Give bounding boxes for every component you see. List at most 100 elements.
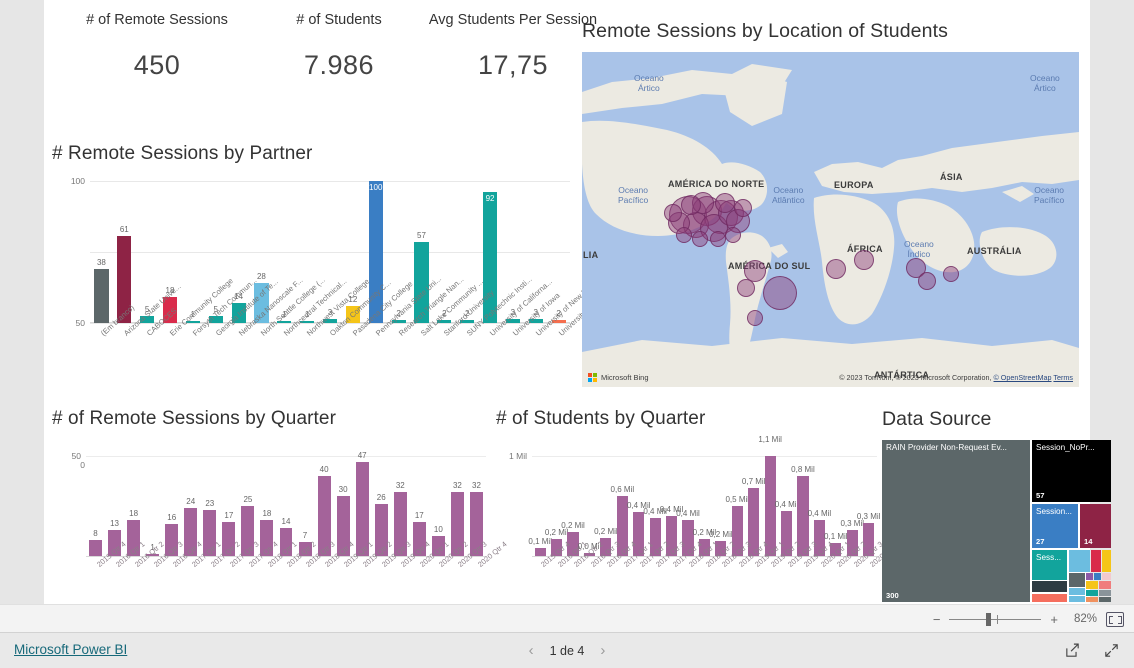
map-bubble[interactable] xyxy=(826,259,846,279)
map-ocean-label: Oceano Índico xyxy=(904,239,934,259)
map-bubble[interactable] xyxy=(710,231,726,247)
treemap-tile[interactable] xyxy=(1069,573,1085,587)
kpi-card-remote-sessions[interactable]: # of Remote Sessions 450 xyxy=(52,12,262,81)
y-axis-tick-label: 50 xyxy=(71,451,81,461)
chart-title: # of Students by Quarter xyxy=(496,408,706,429)
treemap-tile[interactable] xyxy=(1102,573,1111,580)
bar-value-label: 23 xyxy=(205,499,215,508)
map-ocean-label: Oceano Atlântico xyxy=(772,185,805,205)
terms-link[interactable]: Terms xyxy=(1053,373,1073,382)
treemap-tile[interactable] xyxy=(1091,550,1101,572)
map-bubble[interactable] xyxy=(747,310,763,326)
zoom-out-button[interactable]: − xyxy=(933,613,941,626)
treemap-tile[interactable]: 14 xyxy=(1080,504,1111,548)
bing-label: Microsoft Bing xyxy=(601,373,649,382)
bar-value-label: 16 xyxy=(167,513,177,522)
openstreetmap-link[interactable]: © OpenStreetMap xyxy=(994,373,1052,382)
map-ocean-label: Oceano Ártico xyxy=(1030,73,1060,93)
treemap-tile[interactable] xyxy=(1099,581,1111,589)
map-bubble[interactable] xyxy=(681,195,701,215)
bar[interactable] xyxy=(89,540,102,556)
map-bubble[interactable] xyxy=(763,276,797,310)
map-continent-label: AUSTRÁLIA xyxy=(967,246,1022,256)
partner-bar-column[interactable]: 38 xyxy=(90,181,113,323)
map-bubble[interactable] xyxy=(676,227,692,243)
next-page-button[interactable]: › xyxy=(600,643,605,658)
partner-bar-column[interactable]: 61 xyxy=(113,181,136,323)
bar-value-label: 18 xyxy=(262,509,272,518)
map-bubble[interactable] xyxy=(854,250,874,270)
bar-value-label: 18 xyxy=(129,509,139,518)
bar-value-label: 13 xyxy=(110,519,120,528)
map-ocean-label: Oceano Ártico xyxy=(634,73,664,93)
map-remote-sessions-by-location[interactable]: Remote Sessions by Location of Students xyxy=(578,20,1090,390)
zoom-in-button[interactable]: + xyxy=(1050,613,1058,626)
power-bi-report-viewer: # of Remote Sessions 450 # of Students 7… xyxy=(0,0,1134,668)
kpi-value: 450 xyxy=(133,50,181,80)
map-bubble[interactable] xyxy=(692,231,708,247)
map-bubble[interactable] xyxy=(737,279,755,297)
bar-value-label: 1,1 Mil xyxy=(758,435,782,444)
bar-value-label: 26 xyxy=(376,493,386,502)
bar-value-label: 100 xyxy=(369,183,383,192)
treemap-data-source[interactable]: Data Source RAIN Provider Non-Request Ev… xyxy=(882,408,1122,604)
treemap-tile-value: 27 xyxy=(1036,537,1045,546)
treemap-tile-value: 57 xyxy=(1036,491,1045,500)
map-bubble[interactable] xyxy=(943,266,959,282)
treemap-tile[interactable] xyxy=(1099,590,1111,596)
treemap-tile[interactable] xyxy=(1086,573,1093,580)
bar-value-label: 40 xyxy=(319,465,329,474)
bar-value-label: 47 xyxy=(357,451,367,460)
quarter-bar-column[interactable]: 0,1 Mil xyxy=(528,456,552,556)
treemap-tile[interactable] xyxy=(1069,588,1085,595)
chart-remote-sessions-by-quarter[interactable]: # of Remote Sessions by Quarter 50081318… xyxy=(48,408,508,661)
treemap-tile[interactable] xyxy=(1032,594,1067,602)
treemap-tile[interactable] xyxy=(1086,581,1098,589)
fit-to-page-icon[interactable] xyxy=(1106,611,1124,627)
page-navigation: ‹ 1 de 4 › xyxy=(529,633,606,668)
partner-x-axis-labels: (Em branco) Arizona State Unive... CABOCES… xyxy=(90,274,626,391)
map-viewport[interactable]: Oceano Ártico Oceano Ártico Oceano Pacífic… xyxy=(582,52,1079,387)
bar-value-label: 28 xyxy=(256,272,266,282)
treemap-tile[interactable] xyxy=(1094,573,1101,580)
treemap-tile[interactable] xyxy=(1086,597,1098,602)
treemap-tile[interactable] xyxy=(1069,550,1090,572)
treemap-tile[interactable]: Session_NoPr... 57 xyxy=(1032,440,1111,502)
previous-page-button[interactable]: ‹ xyxy=(529,643,534,658)
treemap-tile[interactable] xyxy=(1069,596,1085,602)
treemap-tile[interactable] xyxy=(1032,581,1067,592)
treemap-tile[interactable] xyxy=(1099,597,1111,602)
map-bubble[interactable] xyxy=(664,204,682,222)
kpi-title: # of Remote Sessions xyxy=(86,12,228,28)
treemap-tile[interactable]: Session... 27 xyxy=(1032,504,1078,548)
treemap-tile-value: 14 xyxy=(1084,537,1093,546)
bar-value-label: 7 xyxy=(302,531,308,540)
chart-title: # of Remote Sessions by Quarter xyxy=(52,408,337,429)
bar-value-label: 25 xyxy=(243,495,253,504)
bar[interactable] xyxy=(534,548,546,556)
map-bubble[interactable] xyxy=(725,227,741,243)
zoom-slider[interactable] xyxy=(949,612,1042,626)
bar-value-label: 14 xyxy=(281,517,291,526)
chart-students-by-quarter[interactable]: # of Students by Quarter 1 Mil0 Mil0,1 M… xyxy=(492,408,900,661)
share-icon[interactable] xyxy=(1064,642,1081,659)
bing-logo-credit: Microsoft Bing xyxy=(588,373,649,382)
treemap-tile[interactable] xyxy=(1102,550,1111,572)
bar[interactable] xyxy=(94,269,109,323)
treemap-tile[interactable] xyxy=(1086,590,1098,596)
map-continent-label: AMÉRICA DO SUL xyxy=(728,261,811,271)
bar-value-label: 30 xyxy=(338,485,348,494)
map-bubble[interactable] xyxy=(715,193,735,213)
power-bi-brand-link[interactable]: Microsoft Power BI xyxy=(14,642,127,657)
slider-thumb[interactable] xyxy=(986,612,992,626)
map-bubble[interactable] xyxy=(734,199,752,217)
chart-remote-sessions-by-partner[interactable]: # Remote Sessions by Partner 0 50 100 38 61 5… xyxy=(48,143,626,470)
map-bubble[interactable] xyxy=(918,272,936,290)
y-axis-tick-label: 50 xyxy=(75,318,85,328)
fullscreen-icon[interactable] xyxy=(1103,642,1120,659)
bar-value-label: 57 xyxy=(417,231,426,241)
quarter-bar-column[interactable]: 8 xyxy=(86,456,105,556)
treemap-tile-label: Session_NoPr... xyxy=(1036,443,1095,452)
treemap-tile[interactable]: Sess... xyxy=(1032,550,1067,580)
treemap-tile[interactable]: RAIN Provider Non-Request Ev... 300 xyxy=(882,440,1030,602)
